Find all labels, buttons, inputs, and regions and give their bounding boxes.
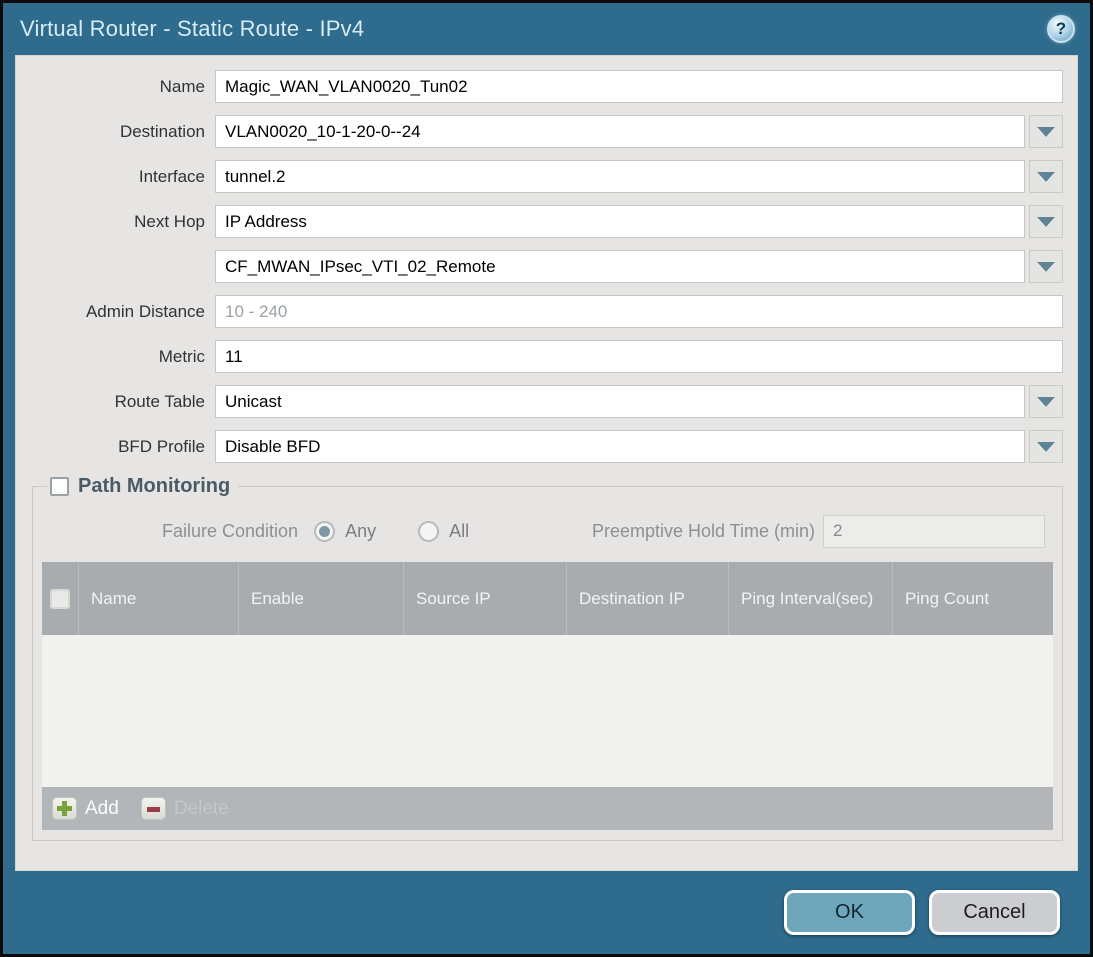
bfd-profile-dropdown-button[interactable] xyxy=(1029,430,1063,463)
title-bar: Virtual Router - Static Route - IPv4 ? xyxy=(3,3,1090,55)
form-row-next-hop-address xyxy=(16,250,1063,283)
route-table-input[interactable] xyxy=(215,385,1025,418)
static-route-dialog: Virtual Router - Static Route - IPv4 ? N… xyxy=(0,0,1093,957)
bfd-profile-input[interactable] xyxy=(215,430,1025,463)
form-row-admin-distance: Admin Distance xyxy=(16,295,1063,328)
form-row-destination: Destination xyxy=(16,115,1063,148)
path-monitoring-title: Path Monitoring xyxy=(78,475,230,498)
column-header-ping-count[interactable]: Ping Count xyxy=(892,562,1053,635)
admin-distance-label: Admin Distance xyxy=(16,302,215,322)
form-row-bfd-profile: BFD Profile xyxy=(16,430,1063,463)
metric-input[interactable] xyxy=(215,340,1063,373)
chevron-down-icon xyxy=(1037,127,1055,137)
admin-distance-input[interactable] xyxy=(215,295,1063,328)
path-monitoring-checkbox[interactable] xyxy=(50,477,69,496)
path-monitoring-legend: Path Monitoring xyxy=(47,475,238,498)
table-body-empty xyxy=(42,635,1053,787)
interface-label: Interface xyxy=(16,167,215,187)
name-input[interactable] xyxy=(215,70,1063,103)
table-header: Name Enable Source IP Destination IP Pin… xyxy=(42,562,1053,635)
failure-condition-label: Failure Condition xyxy=(162,521,298,542)
next-hop-label: Next Hop xyxy=(16,212,215,232)
chevron-down-icon xyxy=(1037,397,1055,407)
preemptive-hold-time-label: Preemptive Hold Time (min) xyxy=(592,521,815,542)
destination-input[interactable] xyxy=(215,115,1025,148)
table-toolbar: Add Delete xyxy=(42,787,1053,830)
form-row-metric: Metric xyxy=(16,340,1063,373)
column-header-enable[interactable]: Enable xyxy=(238,562,403,635)
next-hop-type-input[interactable] xyxy=(215,205,1025,238)
select-all-cell xyxy=(42,562,78,635)
help-icon[interactable]: ? xyxy=(1047,15,1075,43)
bfd-profile-label: BFD Profile xyxy=(16,437,215,457)
add-button-label: Add xyxy=(85,798,119,820)
column-header-destination-ip[interactable]: Destination IP xyxy=(566,562,728,635)
column-header-name[interactable]: Name xyxy=(78,562,238,635)
column-header-ping-interval[interactable]: Ping Interval(sec) xyxy=(728,562,892,635)
destination-label: Destination xyxy=(16,122,215,142)
dialog-content: Name Destination Interface Next Hop xyxy=(15,55,1078,871)
minus-icon xyxy=(141,797,166,820)
name-label: Name xyxy=(16,77,215,97)
failure-condition-all-label: All xyxy=(449,521,469,542)
interface-input[interactable] xyxy=(215,160,1025,193)
next-hop-type-dropdown-button[interactable] xyxy=(1029,205,1063,238)
chevron-down-icon xyxy=(1037,262,1055,272)
failure-condition-row: Failure Condition Any All Preemptive Hol… xyxy=(42,498,1053,556)
next-hop-address-input[interactable] xyxy=(215,250,1025,283)
form-row-name: Name xyxy=(16,70,1063,103)
path-monitoring-table: Name Enable Source IP Destination IP Pin… xyxy=(42,562,1053,830)
destination-dropdown-button[interactable] xyxy=(1029,115,1063,148)
chevron-down-icon xyxy=(1037,172,1055,182)
preemptive-hold-time-input[interactable] xyxy=(823,515,1045,548)
failure-condition-any-label: Any xyxy=(345,521,376,542)
dialog-button-bar: OK Cancel xyxy=(3,871,1090,954)
interface-dropdown-button[interactable] xyxy=(1029,160,1063,193)
chevron-down-icon xyxy=(1037,442,1055,452)
delete-button-label: Delete xyxy=(174,798,229,820)
route-table-label: Route Table xyxy=(16,392,215,412)
ok-button[interactable]: OK xyxy=(784,890,915,935)
failure-condition-all-radio[interactable] xyxy=(418,521,439,542)
chevron-down-icon xyxy=(1037,217,1055,227)
dialog-title: Virtual Router - Static Route - IPv4 xyxy=(20,16,364,42)
form-row-interface: Interface xyxy=(16,160,1063,193)
failure-condition-any-radio[interactable] xyxy=(314,521,335,542)
select-all-checkbox[interactable] xyxy=(50,589,70,609)
metric-label: Metric xyxy=(16,347,215,367)
delete-button[interactable]: Delete xyxy=(141,797,229,820)
route-table-dropdown-button[interactable] xyxy=(1029,385,1063,418)
next-hop-address-dropdown-button[interactable] xyxy=(1029,250,1063,283)
form-row-next-hop: Next Hop xyxy=(16,205,1063,238)
cancel-button[interactable]: Cancel xyxy=(929,890,1060,935)
plus-icon xyxy=(52,797,77,820)
path-monitoring-section: Path Monitoring Failure Condition Any Al… xyxy=(32,475,1063,841)
column-header-source-ip[interactable]: Source IP xyxy=(403,562,566,635)
form-row-route-table: Route Table xyxy=(16,385,1063,418)
add-button[interactable]: Add xyxy=(52,797,119,820)
